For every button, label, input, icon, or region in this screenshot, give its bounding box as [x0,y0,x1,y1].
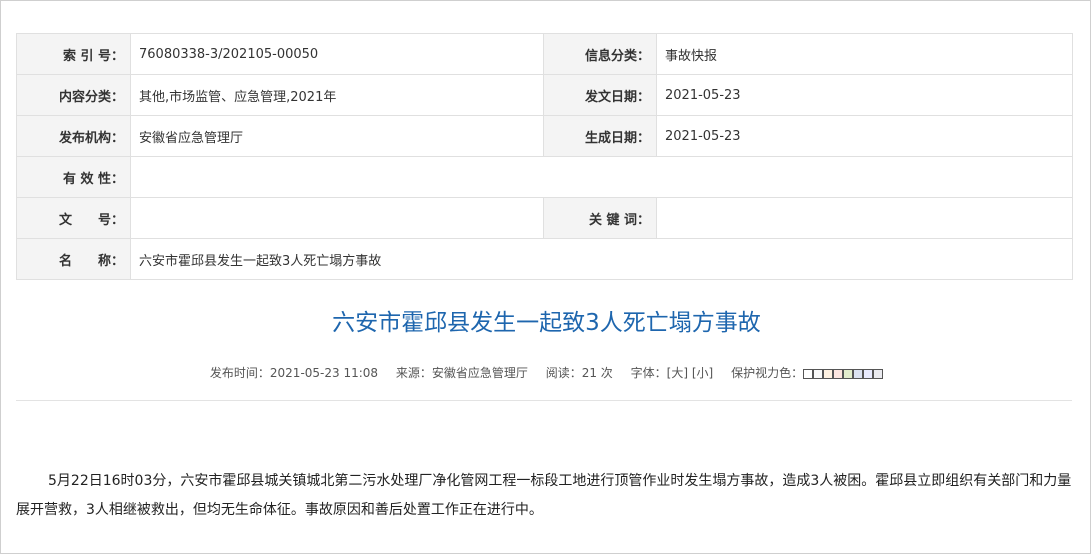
metadata-row: 发布机构： 安徽省应急管理厅 生成日期： 2021-05-23 [16,115,1073,157]
font-large-link[interactable]: [大] [667,366,688,380]
index-label: 索 引 号： [16,33,131,75]
index-value: 76080338-3/202105-00050 [130,33,544,75]
divider [16,400,1072,401]
issue-date-label: 发文日期： [543,74,657,116]
metadata-row: 文 号： 关 键 词： [16,197,1073,239]
category-value: 事故快报 [656,33,1073,75]
metadata-row: 名 称： 六安市霍邱县发生一起致3人死亡塌方事故 [16,238,1073,280]
metadata-table: 索 引 号： 76080338-3/202105-00050 信息分类： 事故快… [16,33,1073,280]
font-size-label: 字体： [630,366,667,380]
font-small-link[interactable]: [小] [692,366,713,380]
content-class-label: 内容分类： [16,74,131,116]
validity-value [130,156,1073,198]
gen-date-label: 生成日期： [543,115,657,157]
article-info-bar: 发布时间：2021-05-23 11:08 来源：安徽省应急管理厅 阅读：21 … [1,364,1091,382]
name-label: 名 称： [16,238,131,280]
validity-label: 有 效 性： [16,156,131,198]
read-count: 阅读：21 次 [545,366,613,380]
content-class-value: 其他,市场监管、应急管理,2021年 [130,74,544,116]
publish-time: 发布时间：2021-05-23 11:08 [209,366,379,380]
color-swatch-6[interactable] [853,368,864,379]
metadata-row: 内容分类： 其他,市场监管、应急管理,2021年 发文日期： 2021-05-2… [16,74,1073,116]
name-value: 六安市霍邱县发生一起致3人死亡塌方事故 [130,238,1073,280]
gen-date-value: 2021-05-23 [656,115,1073,157]
eye-color-label: 保护视力色： [731,366,804,380]
metadata-row: 有 效 性： [16,156,1073,198]
color-swatch-8[interactable] [873,368,884,379]
article-body: 5月22日16时03分，六安市霍邱县城关镇城北第二污水处理厂净化管网工程一标段工… [16,473,1072,518]
color-swatch-1[interactable] [803,368,814,379]
source: 来源：安徽省应急管理厅 [395,366,528,380]
metadata-row: 索 引 号： 76080338-3/202105-00050 信息分类： 事故快… [16,33,1073,75]
doc-no-value [130,197,544,239]
publisher-value: 安徽省应急管理厅 [130,115,544,157]
doc-no-label: 文 号： [16,197,131,239]
color-swatch-4[interactable] [833,368,844,379]
color-swatch-2[interactable] [813,368,824,379]
issue-date-value: 2021-05-23 [656,74,1073,116]
keywords-label: 关 键 词： [543,197,657,239]
color-swatch-7[interactable] [863,368,874,379]
eye-color-swatches [803,366,884,380]
publisher-label: 发布机构： [16,115,131,157]
color-swatch-5[interactable] [843,368,854,379]
keywords-value [656,197,1073,239]
category-label: 信息分类： [543,33,657,75]
color-swatch-3[interactable] [823,368,834,379]
article-title: 六安市霍邱县发生一起致3人死亡塌方事故 [332,310,761,336]
